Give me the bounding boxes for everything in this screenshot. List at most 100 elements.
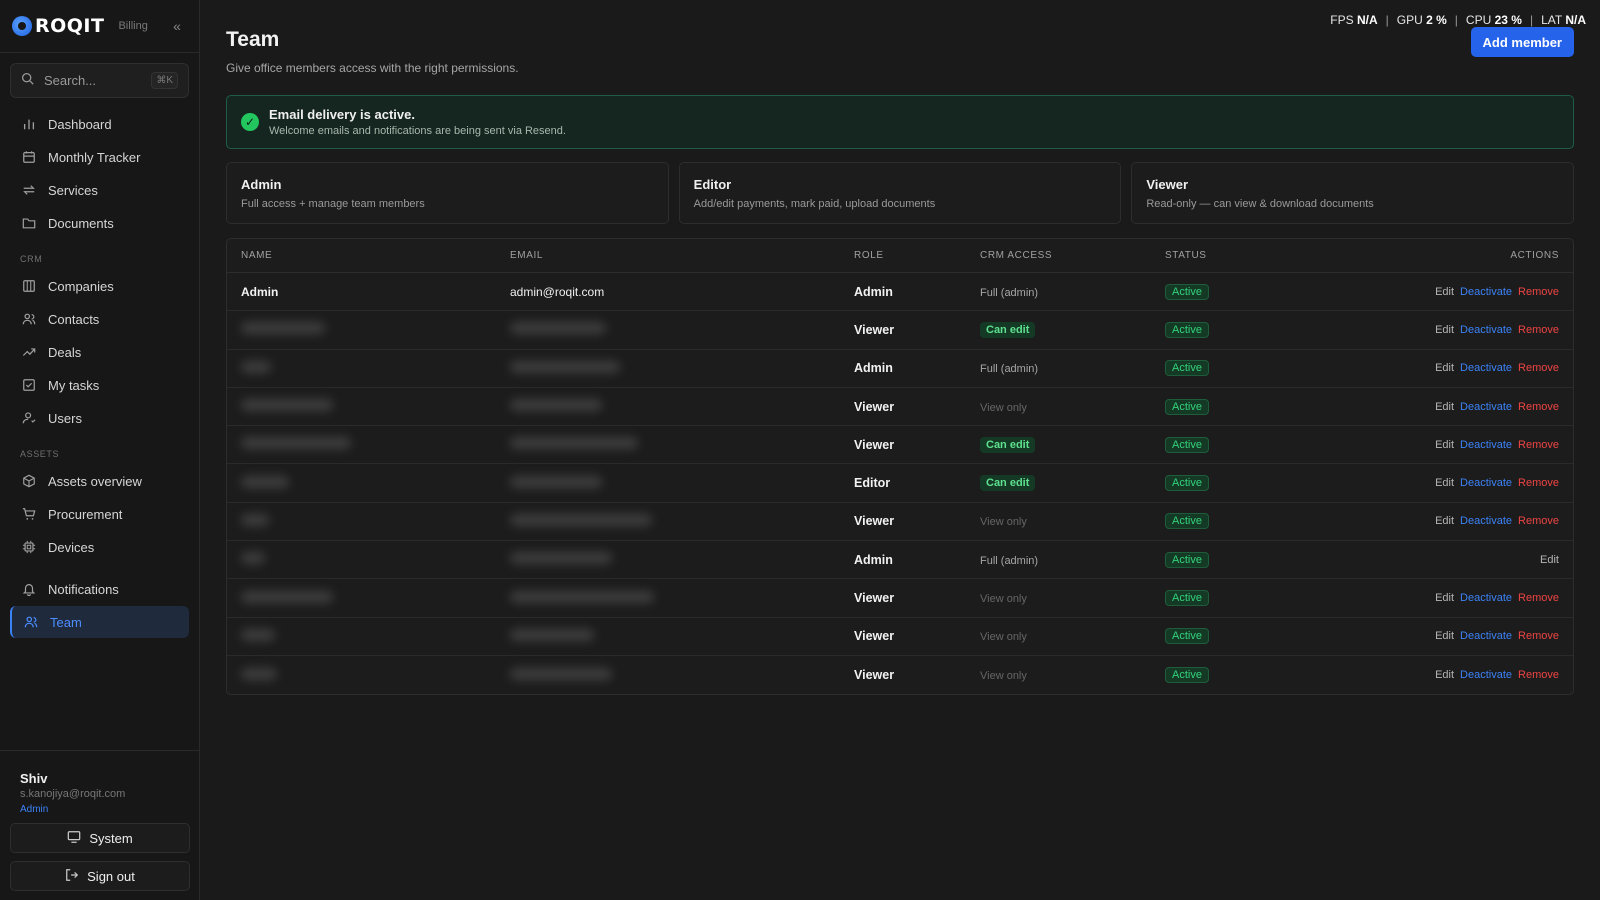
edit-link[interactable]: Edit — [1435, 592, 1454, 604]
edit-link[interactable]: Edit — [1435, 286, 1454, 298]
row-actions: Edit Deactivate Remove — [1331, 324, 1573, 336]
edit-link[interactable]: Edit — [1435, 515, 1454, 527]
status-badge: Active — [1165, 436, 1209, 453]
search-input[interactable]: Search... ⌘K — [10, 63, 189, 98]
deactivate-link[interactable]: Deactivate — [1460, 362, 1512, 374]
edit-link[interactable]: Edit — [1435, 630, 1454, 642]
role-card-desc: Full access + manage team members — [241, 198, 425, 210]
remove-link[interactable]: Remove — [1518, 324, 1559, 336]
sidebar-item-notifications[interactable]: Notifications — [10, 573, 189, 605]
crm-access-badge: View only — [980, 593, 1027, 606]
sidebar-item-monthly-tracker[interactable]: Monthly Tracker — [10, 141, 189, 173]
sidebar-item-label: Documents — [48, 215, 114, 231]
member-role: Viewer — [854, 514, 895, 529]
sidebar-item-companies[interactable]: Companies — [10, 270, 189, 302]
sidebar-item-users[interactable]: Users — [10, 402, 189, 434]
sidebar-item-dashboard[interactable]: Dashboard — [10, 108, 189, 140]
row-actions: Edit Deactivate Remove — [1331, 630, 1573, 642]
sidebar-item-documents[interactable]: Documents — [10, 207, 189, 239]
remove-link[interactable]: Remove — [1518, 630, 1559, 642]
user-name: Shiv — [20, 771, 48, 786]
team-icon — [22, 615, 40, 629]
sidebar-item-deals[interactable]: Deals — [10, 336, 189, 368]
deactivate-link[interactable]: Deactivate — [1460, 401, 1512, 413]
remove-link[interactable]: Remove — [1518, 439, 1559, 451]
status-badge: Active — [1165, 590, 1209, 607]
sidebar-item-label: Monthly Tracker — [48, 149, 141, 165]
alert-title: Email delivery is active. — [269, 107, 415, 122]
status-badge: Active — [1165, 321, 1209, 338]
user-role: Admin — [20, 804, 49, 815]
member-role: Viewer — [854, 399, 895, 414]
sidebar-item-label: Dashboard — [48, 116, 112, 132]
deactivate-link[interactable]: Deactivate — [1460, 439, 1512, 451]
sidebar-item-contacts[interactable]: Contacts — [10, 303, 189, 335]
member-email-redacted — [496, 475, 840, 491]
deactivate-link[interactable]: Deactivate — [1460, 324, 1512, 336]
nav-main: Dashboard Monthly Tracker Services Document… — [0, 108, 199, 239]
member-name-redacted — [227, 552, 496, 567]
cube-icon — [20, 474, 38, 488]
sidebar-item-devices[interactable]: Devices — [10, 531, 189, 563]
edit-link[interactable]: Edit — [1435, 669, 1454, 681]
user-email: s.kanojiya@roqit.com — [20, 788, 126, 800]
sidebar-item-procurement[interactable]: Procurement — [10, 498, 189, 530]
deactivate-link[interactable]: Deactivate — [1460, 592, 1512, 604]
member-name-redacted — [227, 322, 496, 337]
column-header-status: STATUS — [1165, 250, 1207, 261]
member-name-redacted — [227, 437, 496, 452]
status-badge: Active — [1165, 360, 1209, 377]
sidebar-item-assets-overview[interactable]: Assets overview — [10, 465, 189, 497]
member-role: Viewer — [854, 437, 895, 452]
table-row: Admin Full (admin) Active Edit Deactivate Rem… — [227, 350, 1573, 388]
nav-crm: Companies Contacts Deals My tasks Users — [0, 270, 199, 434]
member-role: Admin — [854, 361, 893, 376]
edit-link[interactable]: Edit — [1435, 324, 1454, 336]
remove-link[interactable]: Remove — [1518, 669, 1559, 681]
column-header-email: EMAIL — [510, 250, 544, 261]
member-name-redacted — [227, 513, 496, 529]
system-theme-button[interactable]: System — [10, 823, 190, 853]
table-row: Editor Can edit Active Edit Deactivate Remove — [227, 464, 1573, 503]
remove-link[interactable]: Remove — [1518, 401, 1559, 413]
edit-link[interactable]: Edit — [1435, 477, 1454, 489]
remove-link[interactable]: Remove — [1518, 362, 1559, 374]
edit-link[interactable]: Edit — [1435, 362, 1454, 374]
deactivate-link[interactable]: Deactivate — [1460, 669, 1512, 681]
sign-out-button[interactable]: Sign out — [10, 861, 190, 891]
deactivate-link[interactable]: Deactivate — [1460, 477, 1512, 489]
table-row: Viewer View only Active Edit Deactivate Remov… — [227, 388, 1573, 427]
email-status-alert: ✓ Email delivery is active. Welcome emai… — [226, 95, 1574, 149]
sidebar-item-label: My tasks — [48, 377, 100, 393]
remove-link[interactable]: Remove — [1518, 477, 1559, 489]
member-email-redacted — [496, 399, 840, 414]
status-badge: Active — [1165, 628, 1209, 645]
sidebar-item-label: Procurement — [48, 506, 123, 522]
brand-header: ROQIT Billing « — [0, 0, 199, 53]
deactivate-link[interactable]: Deactivate — [1460, 630, 1512, 642]
member-role: Viewer — [854, 668, 895, 683]
member-name-redacted — [227, 399, 496, 414]
deactivate-link[interactable]: Deactivate — [1460, 286, 1512, 298]
remove-link[interactable]: Remove — [1518, 515, 1559, 527]
member-email-redacted — [496, 590, 840, 606]
edit-link[interactable]: Edit — [1435, 401, 1454, 413]
sidebar-item-services[interactable]: Services — [10, 174, 189, 206]
folder-icon — [20, 216, 38, 230]
check-circle-icon: ✓ — [241, 113, 259, 131]
column-header-role: ROLE — [854, 250, 884, 261]
edit-link[interactable]: Edit — [1435, 439, 1454, 451]
sidebar-item-team[interactable]: Team — [10, 606, 189, 638]
sign-out-label: Sign out — [87, 868, 135, 884]
sidebar-item-label: Companies — [48, 278, 114, 294]
remove-link[interactable]: Remove — [1518, 592, 1559, 604]
sidebar-item-my-tasks[interactable]: My tasks — [10, 369, 189, 401]
add-member-button[interactable]: Add member — [1470, 27, 1574, 57]
edit-link[interactable]: Edit — [1540, 554, 1559, 566]
column-header-crm-access: CRM ACCESS — [980, 250, 1053, 261]
collapse-sidebar-icon[interactable]: « — [167, 18, 187, 34]
remove-link[interactable]: Remove — [1518, 286, 1559, 298]
member-name-redacted — [227, 590, 496, 606]
column-header-name: NAME — [241, 250, 273, 261]
deactivate-link[interactable]: Deactivate — [1460, 515, 1512, 527]
